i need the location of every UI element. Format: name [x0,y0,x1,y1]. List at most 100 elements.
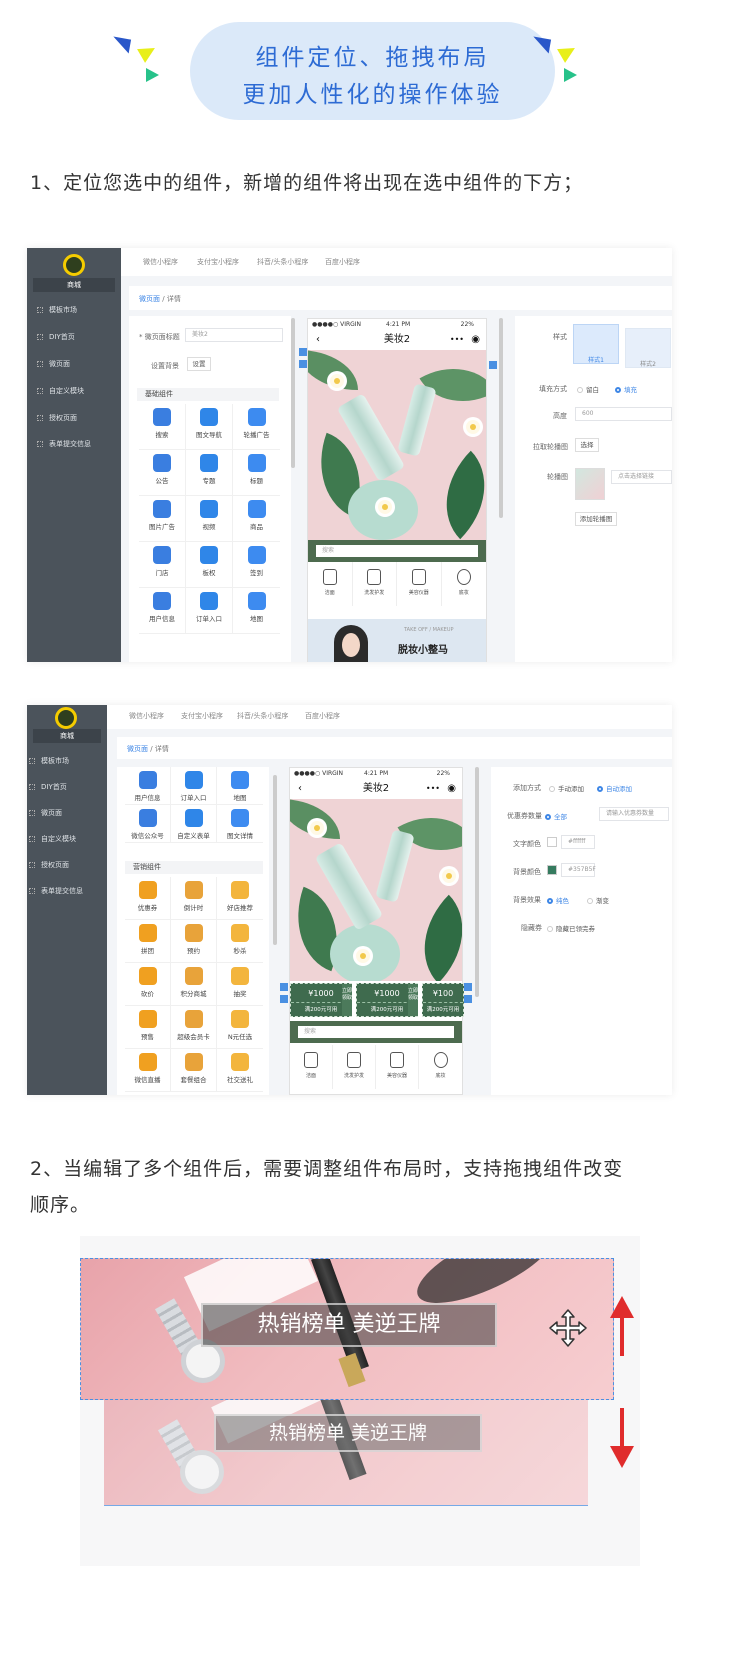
component-tile[interactable]: 社交送礼 [217,1049,263,1092]
tab-wechat[interactable]: 微信小程序 [143,257,178,267]
tab-baidu[interactable]: 百度小程序 [305,711,340,721]
component-tile[interactable]: 订单入口 [186,588,233,634]
coupon-card[interactable]: ¥1000 满200元可用 立即领取 [290,983,352,1017]
sidebar-item-diy-home[interactable]: DIY首页 [29,781,67,793]
style-option-1[interactable]: 样式1 [573,324,619,364]
bg-effect-solid[interactable]: 纯色 [547,895,569,905]
coupon-module[interactable]: ¥1000 满200元可用 立即领取 ¥1000 满200元可用 立即领取 ¥100 满2… [290,981,464,1019]
component-tile[interactable]: 专题 [186,450,233,496]
component-tile[interactable]: 微信公众号 [125,805,171,843]
component-tile[interactable]: 抽奖 [217,963,263,1006]
coupon-card[interactable]: ¥1000 满200元可用 立即领取 [356,983,418,1017]
category-foundation[interactable]: 底妆 [419,1045,462,1089]
breadcrumb-parent[interactable]: 微页面 [127,745,148,753]
component-tile[interactable]: 商品 [233,496,280,542]
search-input[interactable]: 搜索 [316,545,478,557]
component-tile[interactable]: 图文导航 [186,404,233,450]
pick-carousel-button[interactable]: 选择 [575,438,599,452]
component-tile[interactable]: 拼团 [125,920,171,963]
carousel-banner[interactable] [308,350,486,540]
dragged-banner[interactable]: 热销榜单 美逆王牌 [80,1258,614,1400]
makeup-banner[interactable]: TAKE OFF / MAKEUP 脱妆小整马 [308,619,486,662]
sidebar-item-auth-page[interactable]: 授权页面 [37,412,77,424]
component-tile[interactable]: 板权 [186,542,233,588]
component-tile[interactable]: 图片广告 [139,496,186,542]
component-tile[interactable]: 图文详情 [217,805,263,843]
move-up-icon[interactable] [280,983,288,991]
tab-baidu[interactable]: 百度小程序 [325,257,360,267]
count-option-all[interactable]: 全部 [545,811,567,821]
delete-icon[interactable] [299,360,307,368]
set-background-button[interactable]: 设置 [187,357,211,371]
component-tile[interactable]: 地图 [217,767,263,805]
component-tile[interactable]: 微信直播 [125,1049,171,1092]
sidebar-item-auth-page[interactable]: 授权页面 [29,859,69,871]
preview-scrollbar[interactable] [499,318,503,518]
component-tile[interactable]: 自定义表单 [171,805,217,843]
component-tile[interactable]: 用户信息 [125,767,171,805]
component-tile[interactable]: 搜索 [139,404,186,450]
bg-effect-gradient[interactable]: 渐变 [587,895,609,905]
category-device[interactable]: 美容仪器 [397,562,442,606]
sidebar-item-form-submissions[interactable]: 表单提交信息 [37,438,91,450]
component-tile[interactable]: 套餐组合 [171,1049,217,1092]
move-up-icon[interactable] [299,348,307,356]
component-tile[interactable]: 预售 [125,1006,171,1049]
category-cleanser[interactable]: 洁面 [308,562,353,606]
component-tile[interactable]: 公告 [139,450,186,496]
text-color-swatch[interactable] [547,837,557,847]
sidebar-item-template-market[interactable]: 模板市场 [37,304,77,316]
preview-scrollbar[interactable] [475,767,479,997]
collapse-icon[interactable] [489,361,497,369]
category-cleanser[interactable]: 洁面 [290,1045,333,1089]
move-icon[interactable] [548,1308,588,1348]
delete-icon[interactable] [280,995,288,1003]
component-tile[interactable]: 积分商城 [171,963,217,1006]
category-haircare[interactable]: 洗发护发 [333,1045,376,1089]
bg-color-input[interactable]: #357B5F [561,863,596,877]
sidebar-item-form-submissions[interactable]: 表单提交信息 [29,885,83,897]
target-icon[interactable]: ◉ [447,779,456,799]
component-tile[interactable]: 超级会员卡 [171,1006,217,1049]
hide-claimed-option[interactable]: 隐藏已领完券 [547,923,595,933]
sidebar-item-template-market[interactable]: 模板市场 [29,755,69,767]
tab-douyin[interactable]: 抖音/头条小程序 [237,711,288,721]
more-icon[interactable]: ••• [426,779,440,799]
height-input[interactable]: 600 [575,407,672,421]
carousel-thumbnail[interactable] [575,468,605,500]
tab-douyin[interactable]: 抖音/头条小程序 [257,257,308,267]
coupon-count-input[interactable]: 请输入优惠券数量 [599,807,669,821]
component-tile[interactable]: 轮播广告 [233,404,280,450]
component-tile[interactable]: 标题 [233,450,280,496]
component-tile[interactable]: 用户信息 [139,588,186,634]
component-tile[interactable]: 好店推荐 [217,877,263,920]
sidebar-item-custom-module[interactable]: 自定义模块 [29,833,76,845]
bg-color-swatch[interactable] [547,865,557,875]
back-icon[interactable]: ‹ [316,330,320,350]
component-tile[interactable]: 订单入口 [171,767,217,805]
category-foundation[interactable]: 底妆 [442,562,487,606]
carousel-link-input[interactable]: 点击选择链接 [611,470,672,484]
text-color-input[interactable]: #ffffff [561,835,595,849]
sidebar-item-custom-module[interactable]: 自定义模块 [37,385,84,397]
tab-alipay[interactable]: 支付宝小程序 [197,257,239,267]
component-tile[interactable]: 秒杀 [217,920,263,963]
add-option-manual[interactable]: 手动添加 [549,783,584,793]
component-tile[interactable]: N元任选 [217,1006,263,1049]
coupon-card[interactable]: ¥100 满200元可用 [422,983,464,1017]
panel-scrollbar[interactable] [273,775,277,945]
tab-alipay[interactable]: 支付宝小程序 [181,711,223,721]
component-tile[interactable]: 门店 [139,542,186,588]
original-banner[interactable]: 热销榜单 美逆王牌 [104,1400,588,1506]
target-icon[interactable]: ◉ [471,330,480,350]
component-tile[interactable]: 优惠券 [125,877,171,920]
component-tile[interactable]: 倒计时 [171,877,217,920]
component-tile[interactable]: 地图 [233,588,280,634]
category-haircare[interactable]: 洗发护发 [353,562,397,606]
sidebar-item-micro-page[interactable]: 微页面 [29,807,62,819]
category-device[interactable]: 美容仪器 [376,1045,419,1089]
style-option-2[interactable]: 样式2 [625,328,671,368]
carousel-banner[interactable] [290,799,462,981]
tab-wechat[interactable]: 微信小程序 [129,711,164,721]
more-icon[interactable]: ••• [450,330,464,350]
